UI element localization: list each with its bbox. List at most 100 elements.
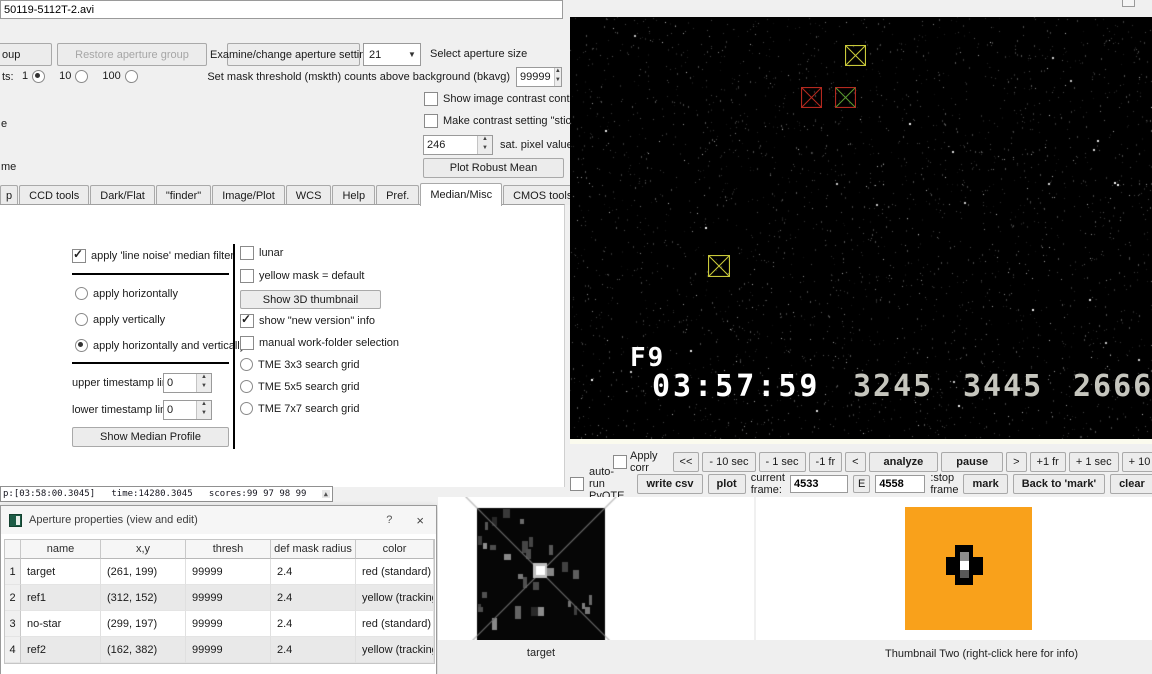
sat-pixel-spinbox[interactable]: 246 ▲ ▼	[423, 135, 493, 155]
tab-help[interactable]: Help	[332, 185, 376, 205]
spin-arrows-icon[interactable]: ▲ ▼	[196, 401, 211, 419]
transport-1-fr[interactable]: +1 fr	[1029, 451, 1066, 472]
status-log[interactable]: p:[03:58:00.3045] time:14280.3045 scores…	[0, 486, 333, 502]
table-cell[interactable]: 2.4	[271, 559, 356, 585]
row-number[interactable]: 4	[5, 637, 21, 663]
radio-apply-horizontally-and-vertically[interactable]: apply horizontally and vertically	[75, 339, 245, 352]
tab-image-plot[interactable]: Image/Plot	[212, 185, 285, 205]
dialog-close-button[interactable]: ×	[412, 513, 428, 528]
tab-p[interactable]: p	[0, 185, 19, 205]
manual-work-folder-checkbox[interactable]: manual work-folder selection	[240, 336, 399, 350]
counts-option-1[interactable]: 1	[22, 69, 46, 83]
table-cell[interactable]: (312, 152)	[101, 585, 186, 611]
show-median-profile-button[interactable]: Show Median Profile	[72, 427, 229, 447]
dialog-help-button[interactable]: ?	[380, 514, 398, 526]
tab-ccd-tools[interactable]: CCD tools	[19, 185, 90, 205]
radio-tme-5x5-search-grid[interactable]: TME 5x5 search grid	[240, 380, 359, 393]
plot-button[interactable]: plot	[707, 473, 746, 494]
tab-median-misc[interactable]: Median/Misc	[420, 183, 503, 206]
aperture-size-select[interactable]: 21 ▼	[363, 43, 421, 66]
aperture-box-red-1[interactable]	[800, 86, 822, 108]
spin-arrows-icon[interactable]: ▲ ▼	[477, 136, 492, 154]
thumbnail-two[interactable]	[905, 507, 1032, 630]
lunar-checkbox[interactable]: lunar	[240, 246, 283, 260]
table-cell[interactable]: red (standard)	[356, 559, 434, 585]
table-cell[interactable]: 2.4	[271, 637, 356, 663]
aperture-group-button-fragment[interactable]: oup	[0, 43, 52, 66]
aperture-box-yellow-2[interactable]	[707, 254, 731, 278]
table-cell[interactable]: no-star	[21, 611, 101, 637]
mask-threshold-spinbox[interactable]: 99999 ▲ ▼	[516, 67, 562, 87]
counts-option-10[interactable]: 10	[59, 69, 89, 83]
write-csv-button[interactable]: write csv	[637, 473, 703, 494]
clear-button[interactable]: clear	[1110, 473, 1152, 494]
restore-aperture-group-button[interactable]: Restore aperture group	[57, 43, 207, 66]
dialog-titlebar[interactable]: Aperture properties (view and edit) ? ×	[1, 506, 436, 534]
transport-1-sec[interactable]: - 1 sec	[758, 451, 806, 472]
table-cell[interactable]: 2.4	[271, 585, 356, 611]
aperture-box-red-2[interactable]	[834, 86, 856, 108]
row-number[interactable]: 1	[5, 559, 21, 585]
back-to-mark-button[interactable]: Back to 'mark'	[1012, 473, 1106, 494]
show-contrast-checkbox[interactable]: Show image contrast control	[424, 92, 582, 106]
aperture-box-yellow-1[interactable]	[844, 44, 866, 66]
transport-[interactable]: <	[845, 451, 866, 472]
tab-pref-[interactable]: Pref.	[376, 185, 420, 205]
table-cell[interactable]: 2.4	[271, 611, 356, 637]
filename-input[interactable]	[0, 0, 563, 19]
spin-arrows-icon[interactable]: ▲ ▼	[196, 374, 211, 392]
sticky-contrast-checkbox[interactable]: Make contrast setting "sticky"	[424, 114, 586, 128]
radio-apply-horizontally[interactable]: apply horizontally	[75, 287, 245, 300]
autorun-pyote-checkbox[interactable]	[570, 476, 584, 491]
transport-pause[interactable]: pause	[941, 451, 1004, 472]
tab-dark-flat[interactable]: Dark/Flat	[90, 185, 155, 205]
row-number[interactable]: 3	[5, 611, 21, 637]
table-cell[interactable]: red (standard)	[356, 611, 434, 637]
transport-analyze[interactable]: analyze	[868, 451, 939, 472]
aperture-marker-icon	[707, 254, 731, 278]
new-version-info-checkbox[interactable]: show "new version" info	[240, 312, 375, 328]
scroll-up-icon[interactable]: ▲	[321, 490, 330, 498]
table-cell[interactable]: yellow (tracking ...	[356, 637, 434, 663]
show-3d-thumbnail-button[interactable]: Show 3D thumbnail	[240, 290, 381, 309]
status-text: p:[03:58:00.3045] time:14280.3045 scores…	[3, 489, 307, 499]
table-cell[interactable]: 99999	[186, 559, 271, 585]
transport-[interactable]: <<	[672, 451, 700, 472]
table-cell[interactable]: ref2	[21, 637, 101, 663]
table-cell[interactable]: (261, 199)	[101, 559, 186, 585]
counts-option-100[interactable]: 100	[102, 69, 138, 83]
examine-aperture-settings-button[interactable]: Examine/change aperture settings	[210, 43, 377, 66]
transport-[interactable]: >	[1006, 451, 1027, 472]
table-cell[interactable]: yellow (tracking ...	[356, 585, 434, 611]
stop-frame-input[interactable]	[875, 474, 926, 493]
table-cell[interactable]: 99999	[186, 611, 271, 637]
transport-10-sec[interactable]: - 10 sec	[702, 451, 756, 472]
e-button[interactable]: E	[852, 474, 871, 493]
table-cell[interactable]: 99999	[186, 637, 271, 663]
table-cell[interactable]: 99999	[186, 585, 271, 611]
line-noise-filter-checkbox[interactable]: apply 'line noise' median filter	[72, 247, 234, 263]
radio-apply-vertically[interactable]: apply vertically	[75, 313, 245, 326]
table-cell[interactable]: target	[21, 559, 101, 585]
table-cell[interactable]: (162, 382)	[101, 637, 186, 663]
starfield-image-view[interactable]: F9 03:57:59 3245344526660	[570, 17, 1152, 439]
tab-wcs[interactable]: WCS	[285, 185, 332, 205]
radio-tme-7x7-search-grid[interactable]: TME 7x7 search grid	[240, 402, 359, 415]
transport-10-sec[interactable]: + 10 sec	[1121, 451, 1152, 472]
plot-robust-mean-button[interactable]: Plot Robust Mean	[423, 158, 564, 178]
yellow-mask-checkbox[interactable]: yellow mask = default	[240, 269, 364, 283]
row-number[interactable]: 2	[5, 585, 21, 611]
mark-button[interactable]: mark	[963, 473, 1008, 494]
radio-tme-3x3-search-grid[interactable]: TME 3x3 search grid	[240, 358, 359, 371]
spin-arrows-icon[interactable]: ▲ ▼	[553, 68, 561, 86]
transport-1-sec[interactable]: + 1 sec	[1068, 451, 1119, 472]
transport-1-fr[interactable]: -1 fr	[808, 451, 843, 472]
tab--finder-[interactable]: "finder"	[155, 185, 212, 205]
current-frame-input[interactable]	[789, 474, 848, 493]
yellow-mask-label: yellow mask = default	[259, 270, 365, 282]
upper-timestamp-spinbox[interactable]: 0 ▲ ▼	[163, 373, 212, 393]
lower-timestamp-spinbox[interactable]: 0 ▲ ▼	[163, 400, 212, 420]
target-thumbnail[interactable]	[438, 497, 754, 640]
table-cell[interactable]: ref1	[21, 585, 101, 611]
table-cell[interactable]: (299, 197)	[101, 611, 186, 637]
